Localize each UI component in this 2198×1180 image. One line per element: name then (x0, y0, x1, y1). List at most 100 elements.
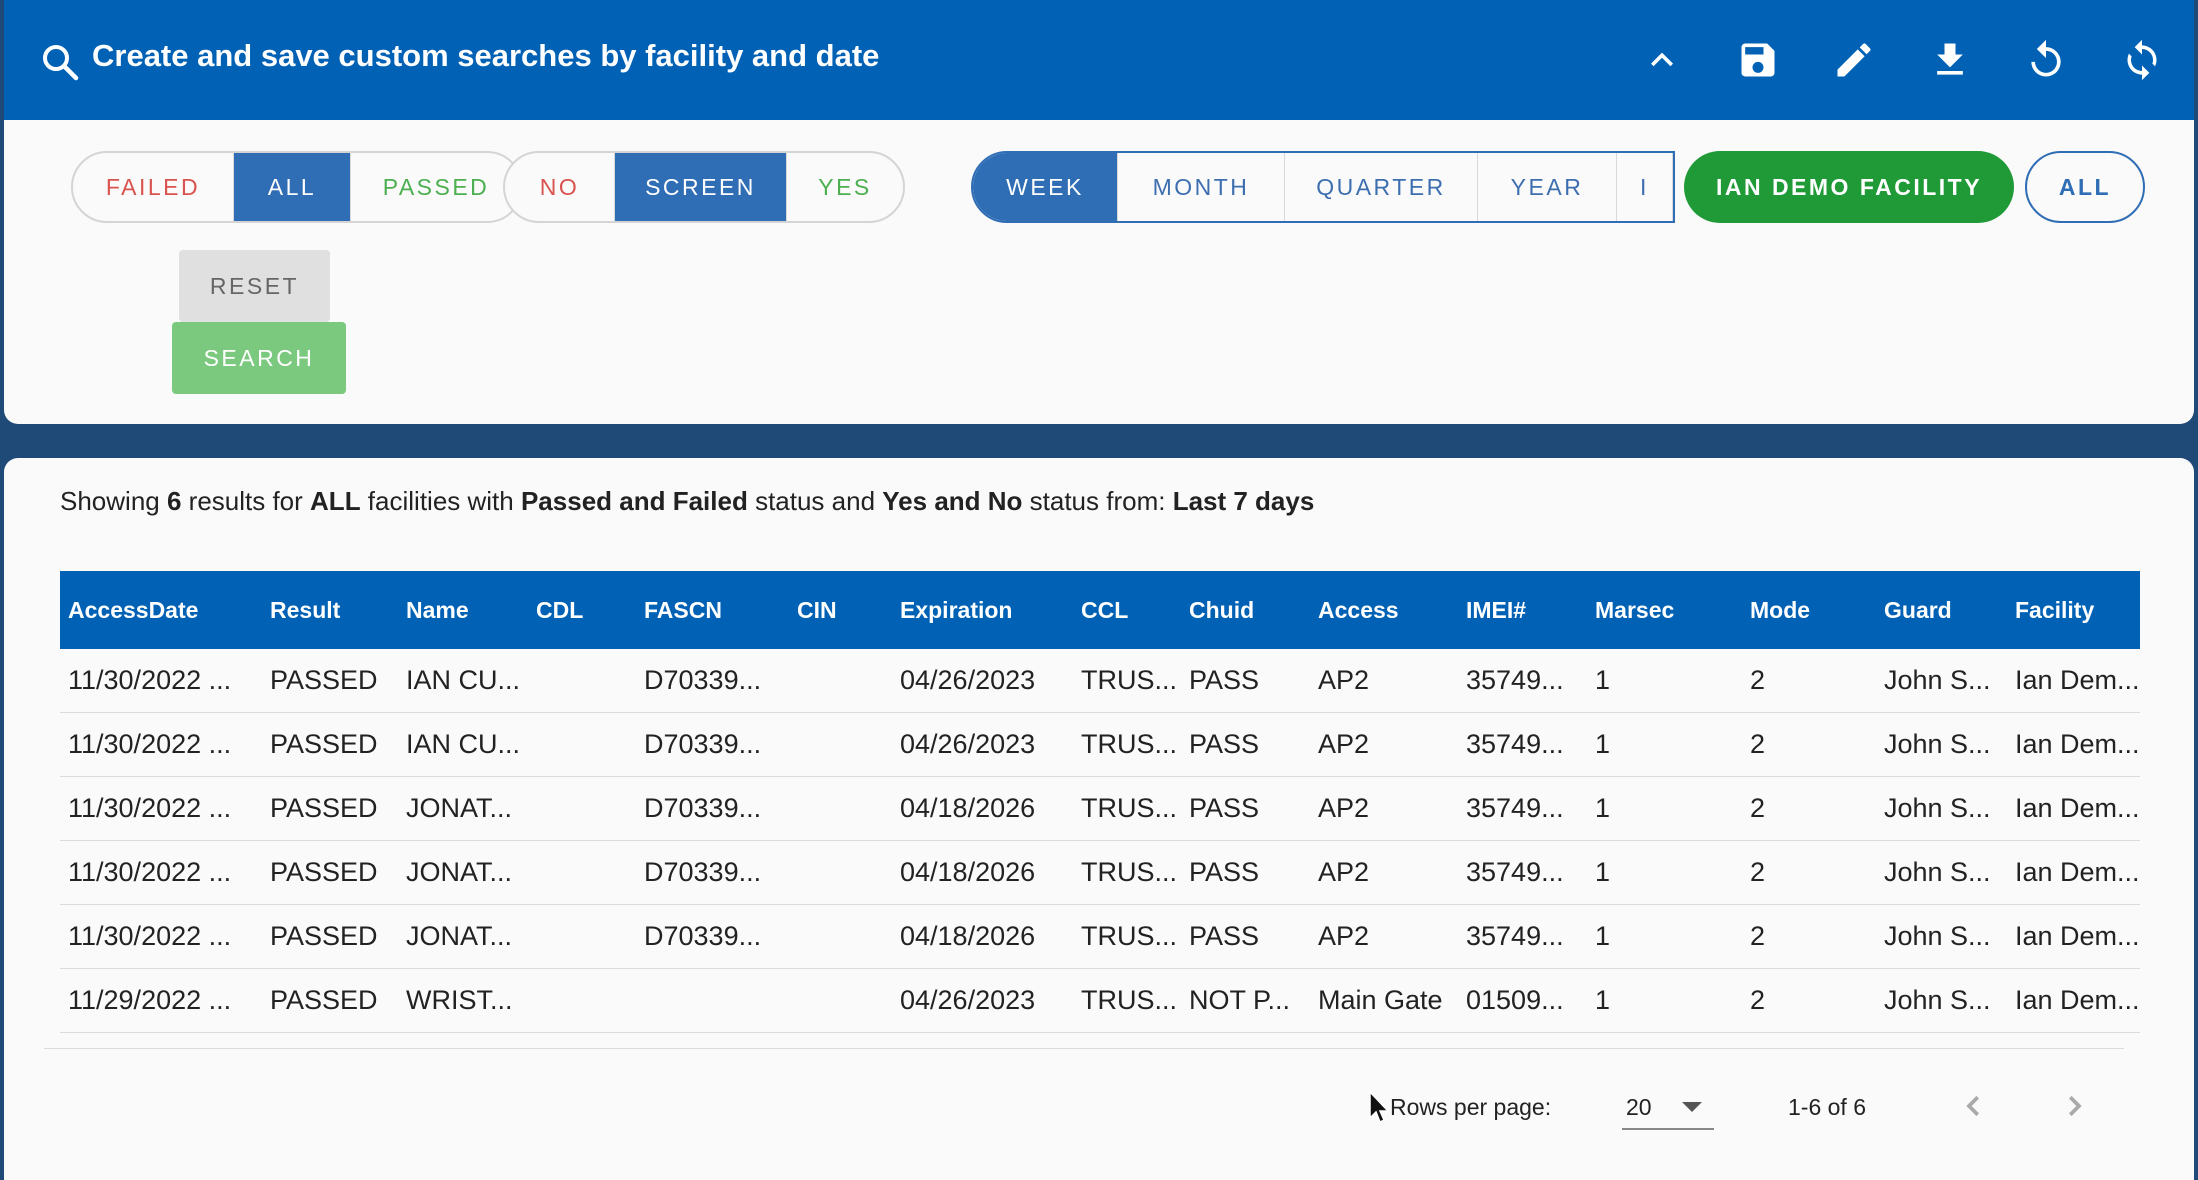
column-header[interactable]: Mode (1742, 571, 1876, 649)
result-toggle-group: FAILED ALL PASSED (71, 151, 523, 223)
column-header[interactable]: Marsec (1587, 571, 1742, 649)
summary-text: facilities with (360, 486, 521, 516)
table-row[interactable]: 11/30/2022 ... PASSED IAN CU... D70339... 04… (60, 649, 2140, 713)
table-cell: 1 (1587, 712, 1742, 777)
download-button[interactable] (1920, 30, 1980, 90)
undo-button[interactable] (2016, 30, 2076, 90)
table-cell (528, 968, 636, 1033)
table-cell: Ian Dem... (2007, 968, 2140, 1033)
column-header[interactable]: IMEI# (1458, 571, 1587, 649)
search-button[interactable]: SEARCH (172, 322, 346, 394)
week-toggle[interactable]: WEEK (973, 153, 1118, 221)
column-header[interactable]: CIN (789, 571, 892, 649)
rows-per-page-select[interactable]: 20 (1622, 1078, 1714, 1130)
column-header[interactable]: Name (398, 571, 528, 649)
results-table: AccessDate Result Name CDL FASCN CIN Expiratio… (60, 571, 2140, 1033)
table-cell: TRUS... (1073, 904, 1181, 969)
column-header[interactable]: Result (262, 571, 398, 649)
table-cell: D70339... (636, 649, 789, 713)
table-cell: 04/18/2026 (892, 904, 1073, 969)
summary-text: status and (747, 486, 883, 516)
table-cell: PASS (1181, 904, 1310, 969)
column-header[interactable]: Expiration (892, 571, 1073, 649)
table-row[interactable]: 11/29/2022 ... PASSED WRIST... 04/26/2023 TR… (60, 968, 2140, 1033)
facility-button[interactable]: IAN DEMO FACILITY (1684, 151, 2014, 223)
panel-title: Create and save custom searches by facil… (92, 38, 880, 73)
table-cell (528, 904, 636, 969)
all-facilities-button[interactable]: ALL (2025, 151, 2145, 223)
column-header[interactable]: AccessDate (60, 571, 262, 649)
column-header[interactable]: CCL (1073, 571, 1181, 649)
yes-toggle[interactable]: YES (787, 153, 903, 221)
all-results-toggle[interactable]: ALL (234, 153, 351, 221)
column-header[interactable]: Chuid (1181, 571, 1310, 649)
table-cell (789, 968, 892, 1033)
collapse-button[interactable] (1632, 30, 1692, 90)
table-cell (528, 712, 636, 777)
column-header[interactable]: Guard (1876, 571, 2007, 649)
rows-per-page-label: Rows per page: (1390, 1094, 1552, 1120)
summary-count: 6 (166, 486, 182, 516)
no-toggle[interactable]: NO (505, 153, 615, 221)
failed-toggle[interactable]: FAILED (73, 153, 234, 221)
table-cell: 35749... (1458, 649, 1587, 713)
table-cell: WRIST... (398, 968, 528, 1033)
table-row[interactable]: 11/30/2022 ... PASSED IAN CU... D70339... 04… (60, 712, 2140, 777)
quarter-toggle[interactable]: QUARTER (1285, 153, 1478, 221)
summary-result-status: Passed and Failed (520, 486, 748, 516)
table-cell: Main Gate (1310, 968, 1458, 1033)
table-cell: JONAT... (398, 840, 528, 905)
previous-page-button[interactable] (1954, 1084, 1994, 1128)
table-cell (528, 776, 636, 841)
table-cell: 1 (1587, 776, 1742, 841)
table-cell: Ian Dem... (2007, 776, 2140, 841)
table-cell: PASSED (262, 904, 398, 969)
table-cell: AP2 (1310, 840, 1458, 905)
table-cell: John S... (1876, 840, 2007, 905)
table-cell: AP2 (1310, 712, 1458, 777)
next-page-button[interactable] (2054, 1084, 2094, 1128)
refresh-icon (2127, 39, 2157, 81)
table-cell: 04/26/2023 (892, 712, 1073, 777)
screen-toggle-group: NO SCREEN YES (503, 151, 905, 223)
reset-button[interactable]: RESET (179, 250, 330, 322)
passed-toggle[interactable]: PASSED (351, 153, 521, 221)
edit-icon (1837, 43, 1871, 77)
column-header[interactable]: Access (1310, 571, 1458, 649)
edit-button[interactable] (1824, 30, 1884, 90)
table-cell (789, 712, 892, 777)
table-cell: TRUS... (1073, 649, 1181, 713)
table-cell: 11/30/2022 ... (60, 649, 262, 713)
save-button[interactable] (1728, 30, 1788, 90)
table-row[interactable]: 11/30/2022 ... PASSED JONAT... D70339... 04/… (60, 840, 2140, 905)
custom-range-toggle[interactable]: I (1617, 153, 1673, 221)
table-cell: PASSED (262, 649, 398, 713)
table-cell (528, 840, 636, 905)
table-cell: PASS (1181, 712, 1310, 777)
save-icon (1741, 43, 1775, 77)
table-row[interactable]: 11/30/2022 ... PASSED JONAT... D70339... 04/… (60, 776, 2140, 841)
table-cell: 1 (1587, 840, 1742, 905)
table-row[interactable]: 11/30/2022 ... PASSED JONAT... D70339... 04/… (60, 904, 2140, 969)
table-cell (528, 649, 636, 713)
table-cell: John S... (1876, 776, 2007, 841)
dropdown-caret-icon (1682, 1102, 1702, 1112)
column-header[interactable]: CDL (528, 571, 636, 649)
table-cell: 35749... (1458, 776, 1587, 841)
table-cell: 35749... (1458, 840, 1587, 905)
table-cell: AP2 (1310, 776, 1458, 841)
table-cell: PASSED (262, 968, 398, 1033)
screen-toggle[interactable]: SCREEN (615, 153, 787, 221)
column-header[interactable]: Facility (2007, 571, 2140, 649)
year-toggle[interactable]: YEAR (1478, 153, 1617, 221)
table-cell (789, 776, 892, 841)
table-cell: PASSED (262, 712, 398, 777)
month-toggle[interactable]: MONTH (1118, 153, 1285, 221)
results-panel: Showing 6 results for ALL facilities wit… (4, 458, 2194, 1180)
table-cell: 1 (1587, 968, 1742, 1033)
rows-per-page-value: 20 (1626, 1094, 1652, 1120)
column-header[interactable]: FASCN (636, 571, 789, 649)
refresh-button[interactable] (2112, 30, 2172, 90)
results-summary: Showing 6 results for ALL facilities wit… (60, 486, 1314, 517)
summary-text: status from: (1022, 486, 1173, 516)
